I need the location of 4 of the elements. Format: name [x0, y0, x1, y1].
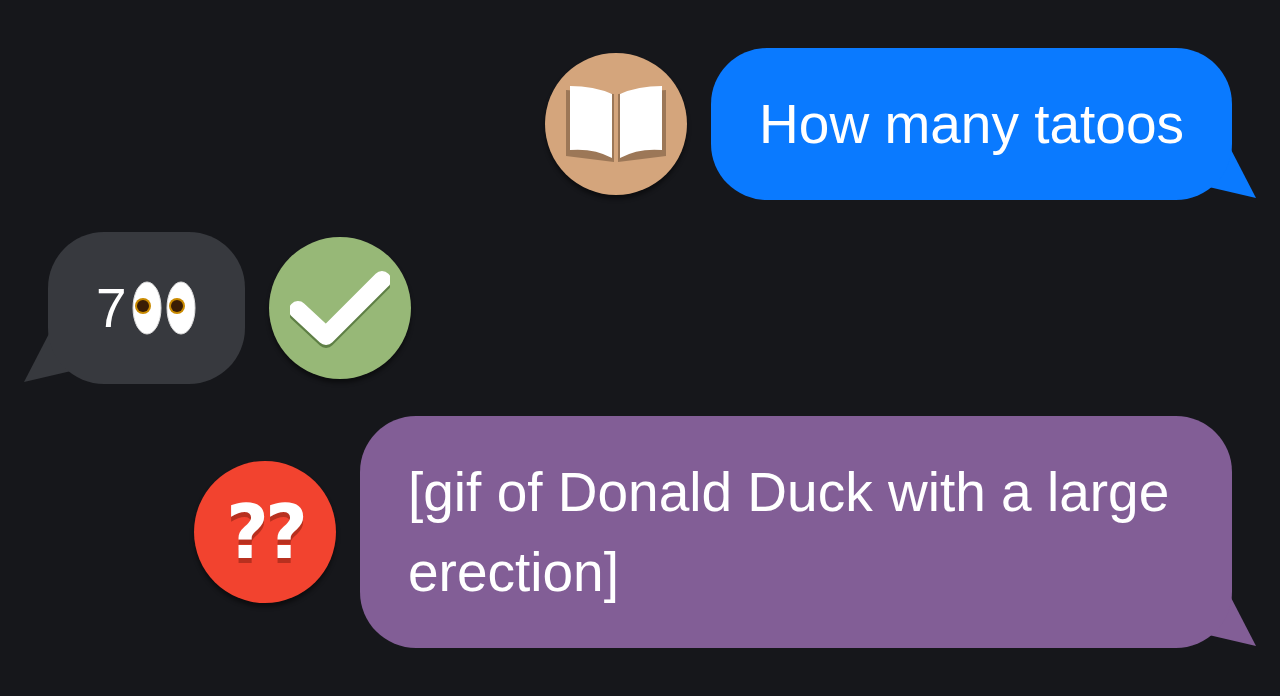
message-text: How many tatoos: [759, 92, 1184, 157]
message-text: 7: [96, 276, 127, 341]
message-text: [gif of Donald Duck with a large erection]: [408, 460, 1171, 605]
question-marks-icon: ??: [194, 461, 336, 603]
